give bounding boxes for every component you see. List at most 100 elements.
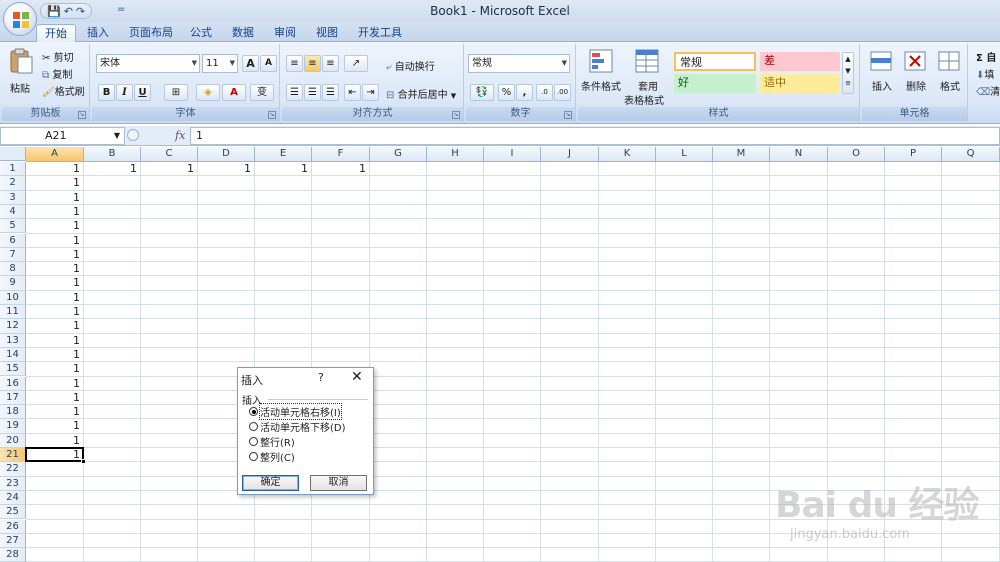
format-painter-button[interactable]: 🖌格式刷 <box>42 83 85 98</box>
borders-icon[interactable]: ⊞ <box>164 84 188 101</box>
insert-function-icon[interactable]: fx <box>175 129 185 142</box>
cell-a14[interactable]: 1 <box>26 348 84 362</box>
row-header-17[interactable]: 17 <box>0 390 26 406</box>
fill-handle[interactable] <box>81 459 86 465</box>
conditional-format-icon[interactable] <box>588 48 614 74</box>
decrease-decimal-icon[interactable]: .00 <box>554 84 571 101</box>
format-cells-icon[interactable] <box>936 48 962 74</box>
insert-cells-button[interactable]: 插入 <box>872 78 892 93</box>
cell-a11[interactable]: 1 <box>26 305 84 319</box>
style-bad[interactable]: 差 <box>760 52 840 71</box>
option-entire-row[interactable]: 整行(R) <box>249 435 295 449</box>
row-header-25[interactable]: 25 <box>0 505 26 520</box>
align-left-icon[interactable]: ☰ <box>286 84 303 101</box>
office-button[interactable] <box>3 2 37 36</box>
row-header-1[interactable]: 1 <box>0 162 26 177</box>
cell-a6[interactable]: 1 <box>26 234 84 248</box>
cell-e1[interactable]: 1 <box>255 162 312 176</box>
format-cells-button[interactable]: 格式 <box>940 78 960 93</box>
cell-a7[interactable]: 1 <box>26 248 84 262</box>
cancel-button[interactable]: 取消 <box>310 475 367 491</box>
column-header-h[interactable]: H <box>427 147 484 162</box>
name-box[interactable]: A21 ▼ <box>0 127 125 145</box>
tab-home[interactable]: 开始 <box>36 24 76 42</box>
wrap-text-button[interactable]: ⤶ 自动换行 <box>386 58 435 73</box>
cell-a1[interactable]: 1 <box>26 162 84 176</box>
align-middle-icon[interactable]: ≡ <box>304 55 321 72</box>
cell-a8[interactable]: 1 <box>26 262 84 276</box>
merge-center-button[interactable]: ⊟ 合并后居中 ▼ <box>386 86 456 101</box>
insert-cells-icon[interactable] <box>868 48 894 74</box>
ok-button[interactable]: 确定 <box>242 475 299 491</box>
font-launcher-icon[interactable]: ↘ <box>268 111 276 119</box>
paste-icon[interactable] <box>8 48 34 74</box>
clipboard-launcher-icon[interactable]: ↘ <box>78 111 86 119</box>
expand-toggle-icon[interactable] <box>127 129 139 141</box>
row-header-5[interactable]: 5 <box>0 219 26 234</box>
align-top-icon[interactable]: ≡ <box>286 55 303 72</box>
cell-d1[interactable]: 1 <box>198 162 255 176</box>
row-header-24[interactable]: 24 <box>0 490 26 506</box>
phonetic-button[interactable]: 变 <box>250 84 274 101</box>
delete-cells-icon[interactable] <box>902 48 928 74</box>
row-header-15[interactable]: 15 <box>0 362 26 377</box>
tab-review[interactable]: 审阅 <box>268 24 302 42</box>
copy-button[interactable]: ⧉ 复制 <box>42 66 72 81</box>
cell-a13[interactable]: 1 <box>26 334 84 348</box>
row-header-20[interactable]: 20 <box>0 433 26 448</box>
increase-decimal-icon[interactable]: .0 <box>536 84 553 101</box>
row-header-2[interactable]: 2 <box>0 176 26 191</box>
formula-input[interactable]: 1 <box>190 127 1000 145</box>
orientation-icon[interactable]: ↗ <box>344 55 368 72</box>
table-format-label-2[interactable]: 表格格式 <box>624 92 664 107</box>
row-header-16[interactable]: 16 <box>0 376 26 391</box>
font-size-combo[interactable]: 11 ▼ <box>202 54 238 73</box>
row-header-13[interactable]: 13 <box>0 333 26 348</box>
autosum-button[interactable]: Σ 自 <box>976 49 996 64</box>
cell-a2[interactable]: 1 <box>26 176 84 190</box>
conditional-format-button[interactable]: 条件格式 <box>581 78 621 93</box>
column-header-b[interactable]: B <box>84 147 141 162</box>
alignment-launcher-icon[interactable]: ↘ <box>452 111 460 119</box>
shrink-font-button[interactable]: A <box>260 55 277 72</box>
column-header-o[interactable]: O <box>828 147 885 162</box>
row-header-14[interactable]: 14 <box>0 347 26 363</box>
paste-button[interactable]: 粘贴 <box>10 80 30 95</box>
table-format-label-1[interactable]: 套用 <box>638 78 658 93</box>
cut-button[interactable]: ✂ 剪切 <box>42 49 74 64</box>
align-right-icon[interactable]: ☰ <box>322 84 339 101</box>
cell-a17[interactable]: 1 <box>26 391 84 405</box>
cell-a3[interactable]: 1 <box>26 191 84 205</box>
font-color-icon[interactable]: A <box>222 84 246 101</box>
column-header-q[interactable]: Q <box>942 147 1000 162</box>
column-header-m[interactable]: M <box>713 147 770 162</box>
row-header-23[interactable]: 23 <box>0 476 26 491</box>
font-name-combo[interactable]: 宋体 ▼ <box>96 54 200 73</box>
column-header-a[interactable]: A <box>26 147 84 162</box>
column-header-n[interactable]: N <box>770 147 828 162</box>
tab-page-layout[interactable]: 页面布局 <box>124 24 178 42</box>
style-normal[interactable]: 常规 <box>674 52 756 71</box>
cell-a18[interactable]: 1 <box>26 405 84 419</box>
percent-button[interactable]: % <box>498 84 515 101</box>
column-header-l[interactable]: L <box>656 147 713 162</box>
row-header-11[interactable]: 11 <box>0 305 26 320</box>
styles-scroll-icon[interactable]: ▲ ▼ ≡ <box>842 52 854 94</box>
style-neutral[interactable]: 适中 <box>760 74 840 93</box>
row-header-8[interactable]: 8 <box>0 262 26 277</box>
row-header-28[interactable]: 28 <box>0 548 26 562</box>
number-format-combo[interactable]: 常规 ▼ <box>468 54 570 73</box>
row-header-18[interactable]: 18 <box>0 405 26 420</box>
cell-f1[interactable]: 1 <box>312 162 370 176</box>
cell-a16[interactable]: 1 <box>26 377 84 391</box>
cell-a15[interactable]: 1 <box>26 362 84 376</box>
underline-button[interactable]: U <box>134 84 151 101</box>
row-header-3[interactable]: 3 <box>0 190 26 205</box>
cell-c1[interactable]: 1 <box>141 162 198 176</box>
column-header-c[interactable]: C <box>141 147 198 162</box>
option-shift-right[interactable]: 活动单元格右移(I) <box>249 403 342 420</box>
align-center-icon[interactable]: ☰ <box>304 84 321 101</box>
italic-button[interactable]: I <box>116 84 133 101</box>
row-header-10[interactable]: 10 <box>0 290 26 305</box>
decrease-indent-icon[interactable]: ⇤ <box>344 84 361 101</box>
